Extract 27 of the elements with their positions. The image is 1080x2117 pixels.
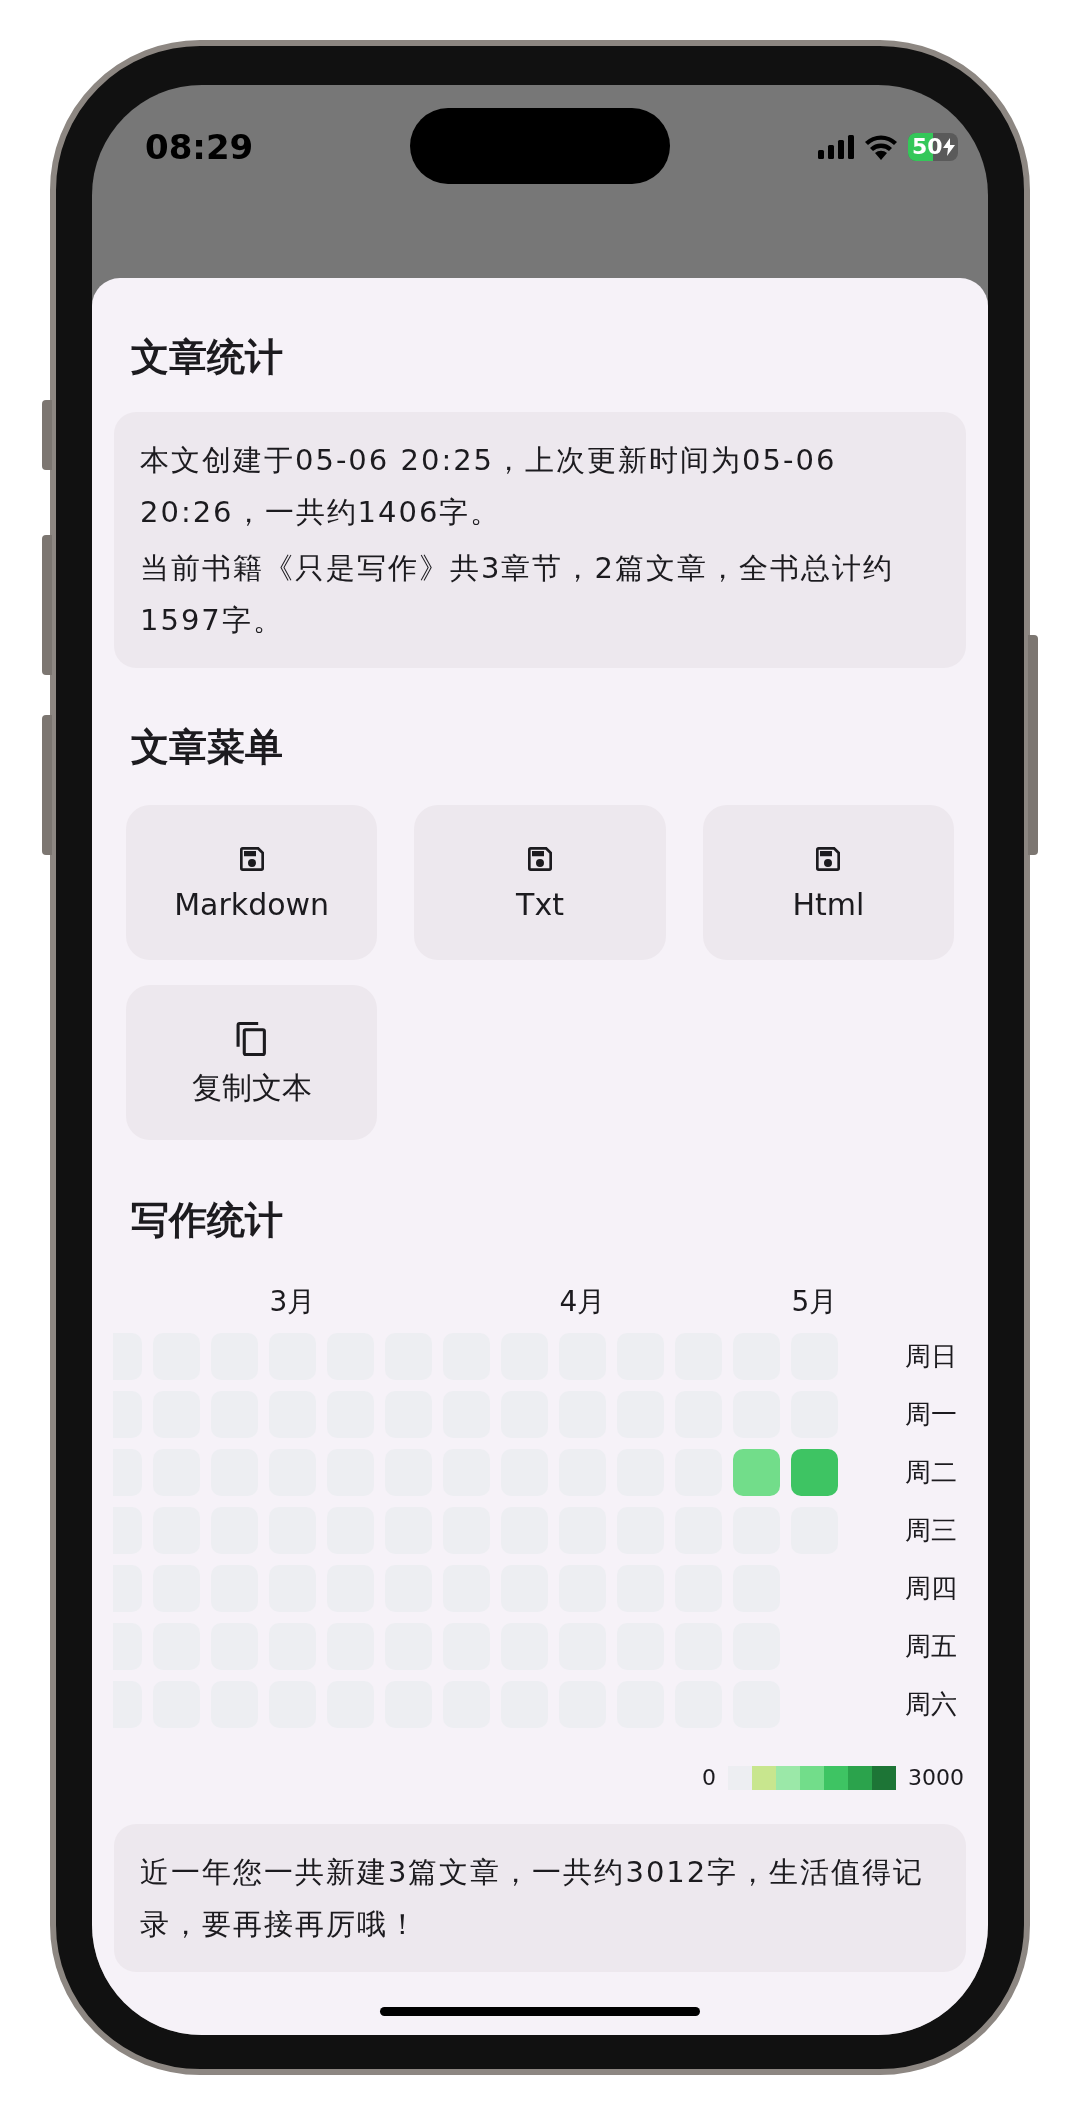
wifi-icon [864,134,898,160]
save-button[interactable]: Txt [414,805,666,960]
legend-min: 0 [702,1764,716,1792]
save-button[interactable]: Markdown [126,805,378,960]
battery-icon: 50 [908,133,958,161]
copy-icon [234,1019,269,1058]
copy-button[interactable]: 复制文本 [126,985,378,1140]
weekday-label: 周五 [905,1630,957,1663]
month-label: 5月 [791,1285,838,1319]
section-heading: 文章统计 [131,334,284,381]
weekday-label: 周六 [905,1688,957,1721]
weekday-label: 周四 [905,1572,957,1605]
stats-text: 当前书籍《只是写作》共3章节，2篇文章，全书总计约1597字。 [140,550,895,639]
legend-max: 3000 [908,1764,964,1792]
section-heading: 文章菜单 [131,724,284,771]
weekday-label: 周一 [905,1398,957,1431]
weekday-label: 周二 [905,1456,957,1489]
weekday-label: 周日 [905,1340,957,1373]
month-label: 4月 [559,1285,606,1319]
stats-text: 本文创建于05-06 20:25，上次更新时间为05-06 20:26，一共约1406字。 [140,442,838,531]
signal-icon [818,135,854,159]
summary-text: 近一年您一共新建3篇文章，一共约3012字，生活值得记录，要再接再厉哦！ [140,1854,926,1943]
month-label: 3月 [269,1285,316,1319]
weekday-label: 周三 [905,1514,957,1547]
save-button[interactable]: Html [702,805,954,960]
status-time: 08:29 [145,125,254,169]
section-heading: 写作统计 [131,1197,284,1244]
